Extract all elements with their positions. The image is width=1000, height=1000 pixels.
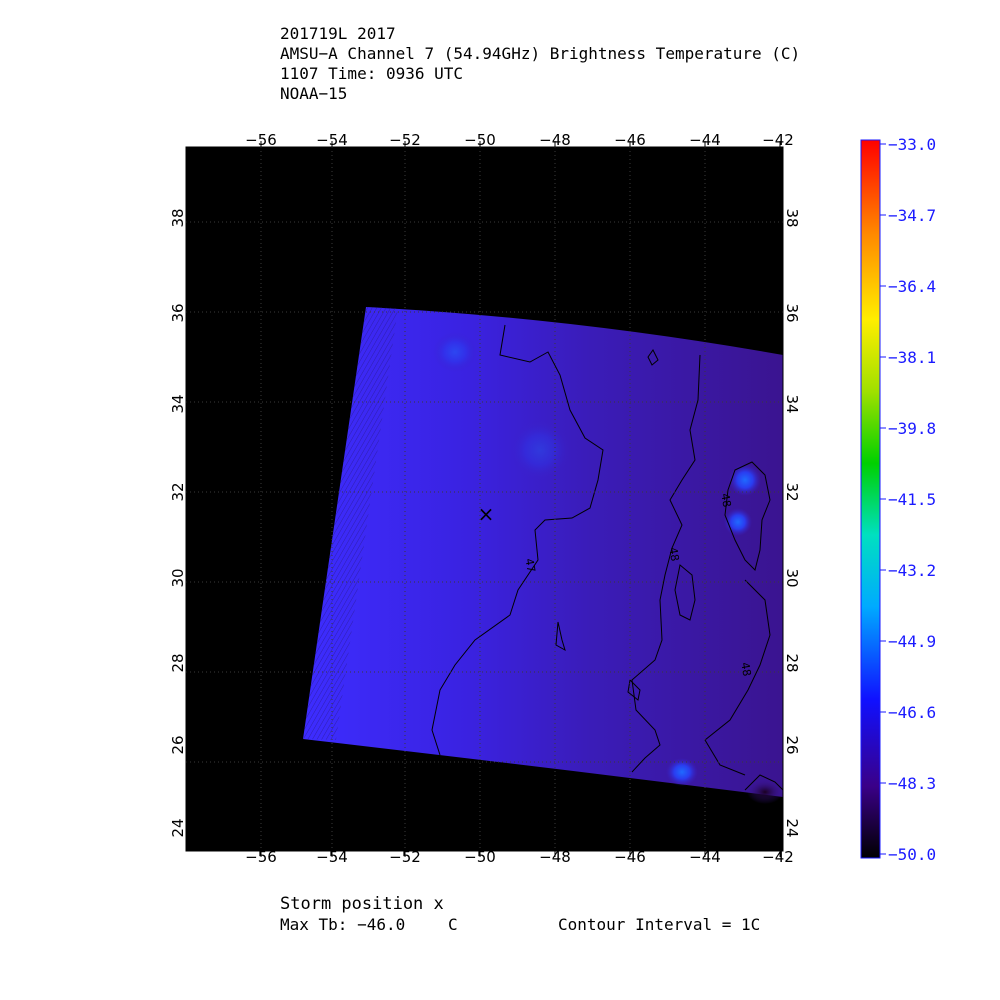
lon-tick-label-top: −54 <box>316 131 348 149</box>
warm-spot <box>510 420 570 480</box>
lat-tick-label-right: 26 <box>783 735 801 754</box>
lon-tick-label-top: −44 <box>689 131 721 149</box>
max-tb-unit: C <box>448 915 458 934</box>
lon-tick-label-bottom: −42 <box>762 848 794 866</box>
lon-tick-label-bottom: −54 <box>316 848 348 866</box>
storm-position-label: Storm position x <box>280 894 444 914</box>
lat-tick-label-left: 28 <box>169 653 187 672</box>
colorbar-label: −50.0 <box>888 845 937 864</box>
lat-tick-label-left: 36 <box>169 303 187 322</box>
lat-tick-label-left: 30 <box>169 568 187 587</box>
colorbar-label: −44.9 <box>888 632 937 651</box>
lat-tick-label-left: 24 <box>169 818 187 837</box>
lat-tick-label-right: 38 <box>783 208 801 227</box>
lat-tick-label-right: 34 <box>783 394 801 413</box>
colorbar-label: −34.7 <box>888 206 937 225</box>
lon-tick-label-top: −42 <box>762 131 794 149</box>
warm-spot <box>729 464 761 496</box>
colorbar-label: −33.0 <box>888 135 937 154</box>
lon-tick-label-top: −56 <box>245 131 277 149</box>
lon-tick-label-top: −50 <box>464 131 496 149</box>
colorbar-ticks <box>880 143 886 855</box>
lat-tick-label-left: 32 <box>169 482 187 501</box>
lon-tick-label-bottom: −44 <box>689 848 721 866</box>
max-tb-label: Max Tb: −46.0 <box>280 915 406 934</box>
lat-tick-label-right: 36 <box>783 303 801 322</box>
lon-tick-label-top: −46 <box>614 131 646 149</box>
lon-tick-label-top: −52 <box>389 131 421 149</box>
lat-tick-label-right: 30 <box>783 568 801 587</box>
lat-tick-label-right: 28 <box>783 653 801 672</box>
colorbar-label: −48.3 <box>888 774 937 793</box>
lon-tick-label-top: −48 <box>539 131 571 149</box>
colorbar-label: −41.5 <box>888 490 937 509</box>
contour-label: 47 <box>522 557 537 573</box>
colorbar-label: −46.6 <box>888 703 937 722</box>
map-figure: 47 48 48 48 × −56 −54 −52 −50 −48 −46 −4… <box>169 131 886 866</box>
contour-label: 48 <box>666 546 681 562</box>
colorbar-label: −43.2 <box>888 561 937 580</box>
colorbar <box>861 140 880 858</box>
lat-tick-label-right: 24 <box>783 818 801 837</box>
colorbar-label: −36.4 <box>888 277 937 296</box>
warm-spot <box>433 332 477 372</box>
lat-tick-label-left: 34 <box>169 394 187 413</box>
cold-spot <box>747 780 783 804</box>
lat-tick-label-right: 32 <box>783 482 801 501</box>
lon-tick-label-bottom: −46 <box>614 848 646 866</box>
contour-label: 48 <box>738 661 753 677</box>
lat-tick-label-left: 38 <box>169 208 187 227</box>
colorbar-label: −39.8 <box>888 419 937 438</box>
lat-tick-label-left: 26 <box>169 735 187 754</box>
lon-tick-label-bottom: −48 <box>539 848 571 866</box>
lon-tick-label-bottom: −56 <box>245 848 277 866</box>
contour-interval-label: Contour Interval = 1C <box>558 915 761 934</box>
lon-tick-label-bottom: −50 <box>464 848 496 866</box>
contour-label: 48 <box>718 492 733 508</box>
lon-tick-label-bottom: −52 <box>389 848 421 866</box>
storm-marker: × <box>478 502 495 526</box>
colorbar-label: −38.1 <box>888 348 937 367</box>
